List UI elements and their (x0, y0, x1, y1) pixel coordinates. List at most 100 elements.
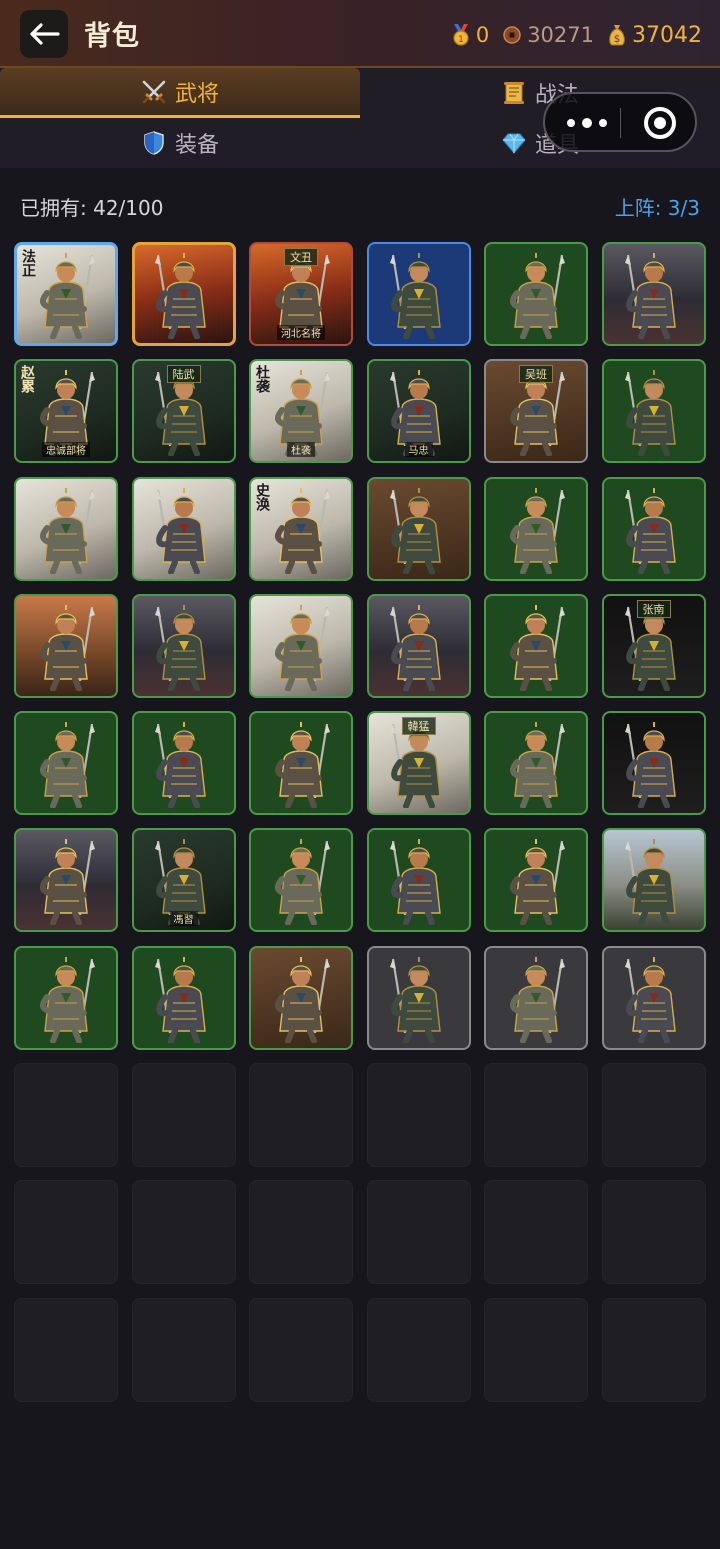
general-card[interactable] (14, 593, 118, 698)
general-portrait-icon (510, 839, 565, 926)
general-card[interactable] (131, 593, 236, 698)
medal-currency[interactable]: 1 0 (450, 23, 489, 47)
general-portrait-icon (624, 370, 676, 457)
empty-slot (484, 1180, 588, 1285)
card-banner-name: 赵累 (19, 365, 35, 394)
general-card[interactable]: 吴班 (484, 359, 588, 464)
money-bag-icon: $ (609, 25, 625, 46)
general-card[interactable] (601, 359, 706, 464)
card-banner-name: 法正 (20, 249, 36, 277)
empty-slot (601, 1180, 706, 1285)
empty-slot (249, 1180, 353, 1285)
mini-program-capsule (543, 92, 697, 152)
general-card[interactable]: 文丑 河北名将 (249, 242, 353, 346)
card-top-nameplate: 文丑 (284, 248, 318, 266)
general-portrait-icon (154, 604, 206, 691)
general-card[interactable] (131, 242, 236, 346)
dot-icon (567, 119, 575, 127)
owned-count: 已拥有: 42/100 (20, 196, 164, 220)
copper-currency[interactable]: 30271 (501, 23, 594, 47)
general-card[interactable] (14, 476, 118, 581)
general-portrait-icon (275, 956, 330, 1043)
general-card[interactable] (131, 945, 236, 1050)
medal-icon: 1 (453, 24, 469, 46)
general-card[interactable] (366, 593, 471, 698)
card-top-nameplate: 张南 (636, 599, 671, 618)
general-card[interactable] (14, 828, 118, 933)
deployed-count: 上阵: 3/3 (614, 196, 700, 220)
general-card[interactable]: 马忠 (366, 359, 471, 464)
medal-count: 0 (475, 23, 490, 47)
arrow-left-icon (30, 23, 60, 45)
general-card[interactable] (366, 828, 471, 933)
empty-slot (131, 1297, 236, 1402)
general-card[interactable] (601, 242, 706, 346)
general-card[interactable]: 法正 (14, 242, 118, 346)
general-portrait-icon (275, 604, 330, 691)
general-card[interactable] (484, 242, 588, 346)
general-card[interactable] (366, 242, 471, 346)
gem-icon (502, 133, 526, 154)
tab-equipment[interactable]: 装备 (0, 118, 360, 168)
general-card[interactable] (484, 828, 588, 933)
general-portrait-icon (154, 487, 206, 574)
general-card[interactable] (14, 711, 118, 816)
general-portrait-icon (624, 956, 676, 1043)
general-card[interactable] (249, 593, 353, 698)
general-card[interactable] (131, 711, 236, 816)
general-portrait-icon (510, 956, 565, 1043)
card-nameplate: 馮習 (169, 911, 198, 927)
general-card[interactable]: 史涣 (249, 476, 353, 581)
general-card[interactable] (249, 828, 353, 933)
general-card[interactable] (366, 945, 471, 1050)
general-portrait-icon (389, 839, 441, 926)
copper-coin-icon (503, 26, 521, 44)
shield-icon (144, 131, 164, 155)
general-portrait-icon (389, 604, 441, 691)
general-card[interactable] (249, 711, 353, 816)
tab-generals[interactable]: 武将 (0, 68, 360, 118)
tab-label: 武将 (174, 81, 219, 107)
top-bar: 背包 1 0 30271 $ 37042 (0, 0, 720, 68)
card-nameplate: 忠诚部将 (42, 442, 90, 458)
more-menu-button[interactable] (567, 113, 607, 133)
general-card[interactable] (484, 711, 588, 816)
page-title: 背包 (84, 21, 140, 52)
capsule-divider (620, 108, 621, 138)
empty-slot (249, 1063, 353, 1168)
empty-slot (131, 1180, 236, 1285)
general-card[interactable] (601, 945, 706, 1050)
general-card[interactable] (601, 476, 706, 581)
general-card[interactable]: 杜袭 杜袭 (249, 359, 353, 464)
general-portrait-icon (275, 839, 330, 926)
empty-slot (484, 1297, 588, 1402)
empty-slot (131, 1063, 236, 1168)
general-card[interactable] (249, 945, 353, 1050)
general-card[interactable] (484, 593, 588, 698)
general-portrait-icon (275, 722, 330, 809)
money-currency[interactable]: $ 37042 (606, 23, 702, 48)
empty-slot (601, 1297, 706, 1402)
general-card[interactable]: 陆武 (131, 359, 236, 464)
general-card[interactable]: 赵累忠诚部将 (14, 359, 118, 464)
general-card[interactable] (484, 945, 588, 1050)
target-icon (654, 117, 666, 129)
general-portrait-icon (510, 722, 565, 809)
general-card[interactable] (14, 945, 118, 1050)
general-card[interactable] (601, 711, 706, 816)
general-card[interactable]: 馮習 (131, 828, 236, 933)
general-card[interactable] (484, 476, 588, 581)
general-card[interactable]: 韓猛 (366, 711, 471, 816)
general-card[interactable] (601, 828, 706, 933)
close-program-button[interactable] (644, 107, 676, 139)
general-card[interactable]: 张南 (601, 593, 706, 698)
tab-label: 装备 (174, 133, 219, 158)
general-card[interactable] (131, 476, 236, 581)
general-portrait-icon (624, 487, 676, 574)
card-nameplate: 杜袭 (287, 442, 315, 458)
card-top-nameplate: 陆武 (166, 365, 201, 384)
general-card[interactable] (366, 476, 471, 581)
svg-text:1: 1 (458, 35, 464, 45)
general-portrait-icon (389, 487, 441, 574)
back-button[interactable] (20, 10, 68, 58)
